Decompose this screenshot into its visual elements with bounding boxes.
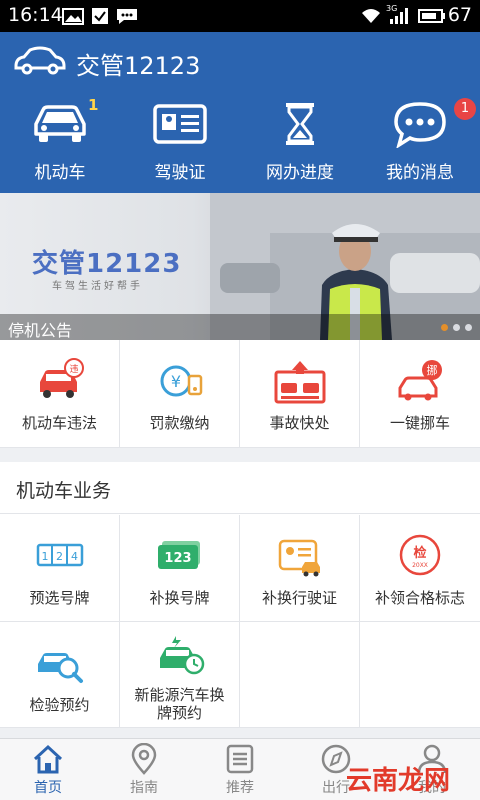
message-bubble-icon (394, 102, 446, 148)
svg-text:¥: ¥ (170, 372, 180, 391)
checklist-icon (92, 8, 108, 24)
svg-text:2: 2 (56, 550, 63, 563)
vehicle-count-badge: 1 (88, 96, 99, 114)
status-bar: 16:14 3G 67 (0, 0, 480, 32)
service-label: 机动车违法 (21, 414, 97, 432)
quick-nav-vehicle[interactable]: 1 机动车 (0, 90, 120, 193)
vehicle-business-section: 机动车业务 1 2 4 预选号牌 123 补换号牌 补换行驶证 检 20XX 补… (0, 462, 480, 728)
location-pin-icon (131, 743, 157, 775)
quick-nav-license[interactable]: 驾驶证 (120, 90, 240, 193)
empty-cell (360, 622, 480, 728)
tab-guide[interactable]: 指南 (96, 739, 192, 800)
carousel-dot[interactable] (465, 324, 472, 331)
service-replace-permit[interactable]: 补换行驶证 (240, 515, 360, 622)
service-label: 预选号牌 (29, 589, 90, 607)
tab-label: 推荐 (226, 780, 254, 796)
status-time: 16:14 (8, 4, 63, 26)
quick-nav-label: 我的消息 (386, 163, 454, 183)
svg-text:20XX: 20XX (412, 562, 428, 569)
app-title: 交管12123 (76, 52, 201, 80)
replace-plate-icon: 123 (157, 541, 200, 569)
home-icon (33, 744, 63, 774)
service-label: 补换行驶证 (261, 589, 337, 607)
chat-notification-icon (117, 9, 137, 24)
banner-caption-bar: 停机公告 (0, 314, 480, 340)
empty-cell (240, 622, 360, 728)
carousel-indicator (441, 324, 472, 331)
service-fine-payment[interactable]: ¥ 罚款缴纳 (120, 340, 240, 448)
quick-nav-messages[interactable]: 1 我的消息 (360, 90, 480, 193)
primary-services: 违 机动车违法 ¥ 罚款缴纳 事故快处 挪 一键挪车 (0, 340, 480, 448)
service-label: 事故快处 (269, 414, 330, 432)
battery-icon (418, 9, 445, 23)
inspection-booking-icon (37, 653, 83, 683)
license-card-icon (153, 104, 207, 144)
carousel-dot[interactable] (441, 324, 448, 331)
section-title: 机动车业务 (16, 480, 112, 502)
signal-icon (390, 8, 408, 24)
move-car-icon: 挪 (398, 360, 442, 401)
service-new-energy-booking[interactable]: 新能源汽车换牌预约 (120, 622, 240, 728)
tab-label: 首页 (34, 780, 62, 796)
app-header: 交管12123 (0, 32, 480, 90)
banner-caption: 停机公告 (8, 321, 73, 340)
car-icon (34, 105, 86, 142)
list-icon (226, 744, 254, 774)
service-label: 新能源汽车换牌预约 (134, 686, 225, 722)
hourglass-icon (286, 103, 314, 145)
inspection-mark-icon: 检 20XX (399, 534, 441, 576)
service-label: 罚款缴纳 (149, 414, 210, 432)
svg-text:4: 4 (71, 550, 78, 563)
service-label: 检验预约 (29, 696, 90, 714)
service-inspection-booking[interactable]: 检验预约 (0, 622, 120, 728)
quick-nav-label: 机动车 (34, 163, 86, 183)
new-energy-car-icon (159, 636, 204, 675)
tab-label: 指南 (130, 780, 158, 796)
svg-text:123: 123 (164, 551, 191, 566)
banner-brand-text: 交管12123 (32, 249, 182, 279)
image-icon (62, 8, 84, 25)
accident-icon (274, 361, 325, 404)
svg-text:挪: 挪 (427, 363, 438, 377)
wifi-icon (362, 9, 380, 23)
quick-nav-progress[interactable]: 网办进度 (240, 90, 360, 193)
service-move-car[interactable]: 挪 一键挪车 (360, 340, 480, 448)
quick-nav-label: 驾驶证 (154, 163, 206, 183)
carousel-dot[interactable] (453, 324, 460, 331)
messages-unread-badge: 1 (454, 98, 476, 120)
quick-nav: 1 机动车 驾驶证 网办进度 1 我的消息 (0, 90, 480, 193)
tab-home[interactable]: 首页 (0, 739, 96, 800)
quick-nav-label: 网办进度 (266, 163, 334, 183)
app-logo-car-icon (14, 46, 66, 75)
service-preselect-plate[interactable]: 1 2 4 预选号牌 (0, 515, 120, 622)
service-vehicle-violation[interactable]: 违 机动车违法 (0, 340, 120, 448)
plate-number-icon: 1 2 4 (36, 543, 83, 567)
svg-text:检: 检 (413, 545, 426, 561)
service-replace-plate[interactable]: 123 补换号牌 (120, 515, 240, 622)
watermark-text: 云南龙网 (345, 766, 450, 796)
service-inspection-mark[interactable]: 检 20XX 补领合格标志 (360, 515, 480, 622)
banner-slogan: 车驾生活好帮手 (52, 281, 143, 292)
svg-text:1: 1 (41, 550, 48, 563)
service-label: 一键挪车 (389, 414, 450, 432)
violation-car-icon: 违 (39, 358, 84, 398)
svg-text:违: 违 (69, 364, 78, 375)
service-accident[interactable]: 事故快处 (240, 340, 360, 448)
driving-permit-icon (278, 539, 320, 577)
promo-banner[interactable]: 交管12123 车驾生活好帮手 停机公告 (0, 193, 480, 340)
service-label: 补换号牌 (149, 589, 210, 607)
fine-payment-icon: ¥ (160, 365, 202, 397)
battery-level: 67 (447, 4, 472, 26)
tab-recommend[interactable]: 推荐 (192, 739, 288, 800)
section-header: 机动车业务 (0, 462, 480, 514)
service-label: 补领合格标志 (374, 589, 465, 607)
